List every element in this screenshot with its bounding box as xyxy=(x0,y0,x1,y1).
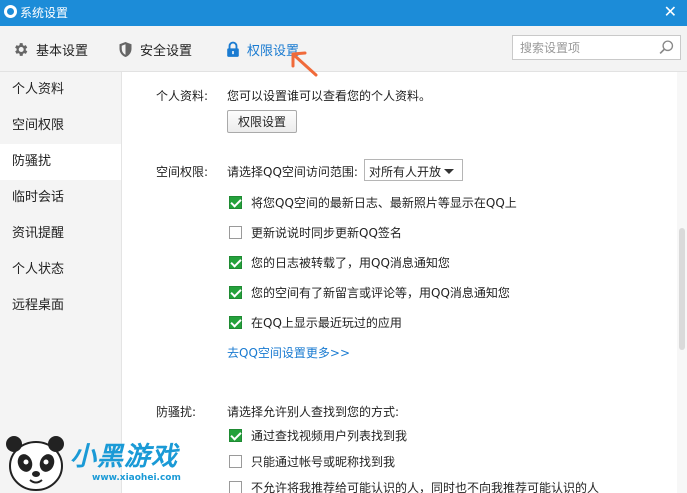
profile-description: 您可以设置谁可以查看您的个人资料。 xyxy=(227,89,432,103)
tab-label: 安全设置 xyxy=(140,43,193,59)
checkbox-find-by-account-only[interactable]: 只能通过帐号或昵称找到我 xyxy=(229,453,395,470)
checkbox-label: 您的空间有了新留言或评论等，用QQ消息通知您 xyxy=(251,286,510,300)
checkbox-label: 在QQ上显示最近玩过的应用 xyxy=(251,316,402,330)
search-input[interactable] xyxy=(513,36,653,59)
tab-security-settings[interactable]: 安全设置 xyxy=(118,26,192,72)
checkbox-find-by-video-list[interactable]: 通过查找视频用户列表找到我 xyxy=(229,427,407,444)
checkbox-sync-signature[interactable]: 更新说说时同步更新QQ签名 xyxy=(229,224,402,241)
checkbox[interactable] xyxy=(229,226,242,239)
search-icon[interactable] xyxy=(658,39,675,56)
space-scope-select[interactable]: 对所有人开放 xyxy=(364,159,463,181)
settings-content: 个人资料: 您可以设置谁可以查看您的个人资料。 权限设置 空间权限: 请选择QQ… xyxy=(123,72,687,493)
shield-icon xyxy=(119,41,132,57)
section-label-anti-harassment: 防骚扰: xyxy=(156,405,197,419)
checkbox-show-recent-apps[interactable]: 在QQ上显示最近玩过的应用 xyxy=(229,314,402,331)
checkbox[interactable] xyxy=(229,196,242,209)
chevron-down-icon xyxy=(444,169,454,174)
section-label-profile: 个人资料: xyxy=(156,89,209,103)
checkbox-label: 更新说说时同步更新QQ签名 xyxy=(251,226,402,240)
checkbox-label: 只能通过帐号或昵称找到我 xyxy=(251,455,396,469)
checkbox[interactable] xyxy=(229,256,242,269)
checkbox[interactable] xyxy=(229,481,242,493)
watermark-url: www.xiaohei.com xyxy=(92,473,181,483)
sidebar-item-temp-chat[interactable]: 临时会话 xyxy=(0,180,121,216)
search-box xyxy=(512,35,681,60)
permission-settings-button[interactable]: 权限设置 xyxy=(227,110,297,133)
checkbox-show-latest-logs[interactable]: 将您QQ空间的最新日志、最新照片等显示在QQ上 xyxy=(229,194,517,211)
section-label-space: 空间权限: xyxy=(156,165,209,179)
tab-label: 基本设置 xyxy=(36,43,89,59)
window-title: 系统设置 xyxy=(20,6,69,20)
find-method-prompt: 请选择允许别人查找到您的方式: xyxy=(227,405,400,419)
sidebar-item-space-permission[interactable]: 空间权限 xyxy=(0,108,121,144)
checkbox-notify-reposted[interactable]: 您的日志被转载了，用QQ消息通知您 xyxy=(229,254,450,271)
checkbox[interactable] xyxy=(229,455,242,468)
sidebar-item-remote-desktop[interactable]: 远程桌面 xyxy=(0,288,121,324)
sidebar-item-personal-status[interactable]: 个人状态 xyxy=(0,252,121,288)
title-bar: 系统设置 ✕ xyxy=(0,0,687,26)
close-icon[interactable]: ✕ xyxy=(664,3,677,21)
checkbox[interactable] xyxy=(229,316,242,329)
scrollbar-thumb[interactable] xyxy=(679,228,685,350)
sidebar-item-anti-harassment[interactable]: 防骚扰 xyxy=(0,144,121,180)
panda-mascot-icon xyxy=(6,436,64,491)
checkbox-no-recommendations[interactable]: 不允许将我推荐给可能认识的人，同时也不向我推荐可能认识的人 xyxy=(229,479,599,493)
gear-icon xyxy=(15,42,28,56)
checkbox[interactable] xyxy=(229,286,242,299)
checkbox-label: 通过查找视频用户列表找到我 xyxy=(251,429,408,443)
qzone-more-settings-link[interactable]: 去QQ空间设置更多>> xyxy=(227,344,350,361)
watermark-text: 小黑游戏 xyxy=(70,442,179,472)
space-scope-prompt: 请选择QQ空间访问范围: xyxy=(227,165,358,179)
checkbox[interactable] xyxy=(229,429,242,442)
content-scrollbar[interactable] xyxy=(677,72,687,493)
tab-basic-settings[interactable]: 基本设置 xyxy=(12,26,88,72)
checkbox-label: 将您QQ空间的最新日志、最新照片等显示在QQ上 xyxy=(251,196,517,210)
watermark-logo: 小黑游戏 www.xiaohei.com xyxy=(0,422,200,493)
sidebar-item-news-reminder[interactable]: 资讯提醒 xyxy=(0,216,121,252)
qq-app-icon xyxy=(4,5,17,18)
top-toolbar: 基本设置 安全设置 权限设置 xyxy=(0,26,687,72)
select-value: 对所有人开放 xyxy=(369,165,442,179)
checkbox-label: 不允许将我推荐给可能认识的人，同时也不向我推荐可能认识的人 xyxy=(251,481,600,493)
checkbox-label: 您的日志被转载了，用QQ消息通知您 xyxy=(251,256,450,270)
sidebar-item-profile[interactable]: 个人资料 xyxy=(0,72,121,108)
lock-icon xyxy=(227,41,239,57)
checkbox-notify-comments[interactable]: 您的空间有了新留言或评论等，用QQ消息通知您 xyxy=(229,284,510,301)
